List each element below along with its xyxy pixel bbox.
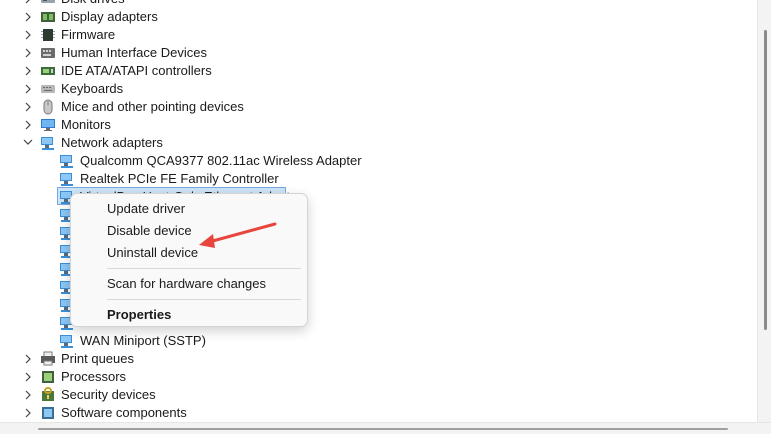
chevron-right-icon[interactable] [21,368,35,386]
chevron-right-icon[interactable] [21,44,35,62]
horizontal-scrollbar-thumb[interactable] [38,428,728,430]
software-component-icon [40,405,56,421]
tree-category-print-queues[interactable]: Print queues [0,350,757,368]
tree-category-disk-drives[interactable]: Disk drives [0,0,757,8]
menu-item-disable-device[interactable]: Disable device [107,221,192,241]
vertical-scrollbar-thumb[interactable] [764,30,767,330]
tree-item-label: Realtek PCIe FE Family Controller [80,171,279,186]
tree-category-network-adapters[interactable]: Network adapters [0,134,757,152]
tree-category-label: Print queues [61,351,134,366]
menu-item-uninstall-device[interactable]: Uninstall device [107,243,198,263]
menu-item-scan-hardware[interactable]: Scan for hardware changes [107,274,266,294]
hid-icon [40,45,56,61]
security-device-icon [40,387,56,403]
tree-category-label: Human Interface Devices [61,45,207,60]
tree-category-label: Disk drives [61,0,125,8]
chevron-right-icon[interactable] [21,26,35,44]
firmware-icon [40,27,56,43]
chevron-right-icon[interactable] [21,8,35,26]
chevron-right-icon[interactable] [21,98,35,116]
tree-category-human-interface-devices[interactable]: Human Interface Devices [0,44,757,62]
menu-item-update-driver[interactable]: Update driver [107,199,185,219]
tree-category-label: Firmware [61,27,116,42]
network-adapter-icon [59,171,75,187]
tree-category-software-components[interactable]: Software components [0,404,757,422]
tree-category-firmware[interactable]: Firmware [0,26,757,44]
tree-category-label: Keyboards [61,81,124,96]
monitor-icon [40,117,56,133]
chevron-right-icon[interactable] [21,404,35,422]
chevron-right-icon[interactable] [21,0,35,8]
network-adapter-icon [40,135,56,151]
disk-icon [40,0,56,7]
chevron-right-icon[interactable] [21,350,35,368]
display-adapter-icon [40,9,56,25]
menu-separator [107,268,301,269]
menu-item-properties[interactable]: Properties [107,305,171,325]
tree-item-network-adapter[interactable]: WAN Miniport (SSTP) [0,332,757,350]
tree-category-label: Network adapters [61,135,163,150]
tree-category-label: Monitors [61,117,111,132]
chevron-down-icon[interactable] [21,134,35,152]
tree-item-label: WAN Miniport (SSTP) [80,333,206,348]
tree-category-label: IDE ATA/ATAPI controllers [61,63,212,78]
tree-category-label: Software components [61,405,187,420]
annotation-arrow-icon [199,222,277,248]
tree-category-security-devices[interactable]: Security devices [0,386,757,404]
tree-category-keyboards[interactable]: Keyboards [0,80,757,98]
tree-category-label: Security devices [61,387,156,402]
tree-category-label: Display adapters [61,9,158,24]
tree-category-monitors[interactable]: Monitors [0,116,757,134]
menu-separator [107,299,301,300]
network-adapter-icon [59,333,75,349]
chevron-right-icon[interactable] [21,386,35,404]
tree-category-display-adapters[interactable]: Display adapters [0,8,757,26]
processor-icon [40,369,56,385]
tree-category-processors[interactable]: Processors [0,368,757,386]
tree-category-label: Processors [61,369,127,384]
tree-category-ide-ata-atapi-controllers[interactable]: IDE ATA/ATAPI controllers [0,62,757,80]
chevron-right-icon[interactable] [21,80,35,98]
tree-item-label: Qualcomm QCA9377 802.11ac Wireless Adapt… [80,153,362,168]
chevron-right-icon[interactable] [21,116,35,134]
printer-icon [40,351,56,367]
tree-category-label: Mice and other pointing devices [61,99,244,114]
tree-item-network-adapter[interactable]: Qualcomm QCA9377 802.11ac Wireless Adapt… [0,152,757,170]
chevron-right-icon[interactable] [21,62,35,80]
context-menu: Update driver Disable device Uninstall d… [70,193,308,327]
tree-category-mice-and-other-pointing-devices[interactable]: Mice and other pointing devices [0,98,757,116]
network-adapter-icon [59,153,75,169]
mouse-icon [40,99,56,115]
keyboard-icon [40,81,56,97]
ide-controller-icon [40,63,56,79]
tree-item-network-adapter[interactable]: Realtek PCIe FE Family Controller [0,170,757,188]
